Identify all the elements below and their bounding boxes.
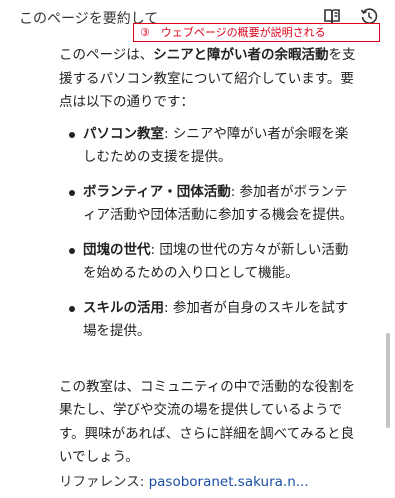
reference-link[interactable]: pasoboranet.sakura.n... (149, 474, 309, 490)
annotation-callout: ③ ウェブページの概要が説明される (133, 23, 380, 42)
bullet-term: スキルの活用 (83, 299, 164, 316)
list-item: ボランティア・団体活動: 参加者がボランティア活動や団体活動に参加する機会を提供… (59, 181, 359, 228)
bullet-term: ボランティア・団体活動 (83, 183, 231, 200)
bullet-icon (69, 305, 75, 312)
intro-prefix: このページは、 (59, 47, 154, 63)
summary-intro: このページは、シニアと障がい者の余暇活動を支援するパソコン教室について紹介してい… (59, 44, 359, 115)
summary-content: このページは、シニアと障がい者の余暇活動を支援するパソコン教室について紹介してい… (59, 44, 359, 355)
bullet-icon (69, 131, 75, 138)
bullet-term: パソコン教室 (83, 125, 164, 142)
list-item: 団塊の世代: 団塊の世代の方々が新しい活動を始めるための入り口として機能。 (59, 239, 359, 286)
bullet-term: 団塊の世代 (83, 241, 151, 258)
reference-line: リファレンス: pasoboranet.sakura.n... (59, 470, 309, 490)
list-item: スキルの活用: 参加者が自身のスキルを試す場を提供。 (59, 297, 359, 344)
bullet-icon (69, 189, 75, 196)
summary-bullet-list: パソコン教室: シニアや障がい者が余暇を楽しむための支援を提供。 ボランティア・… (59, 123, 359, 344)
summary-outro: この教室は、コミュニティの中で活動的な役割を果たし、学びや交流の場を提供している… (59, 378, 356, 466)
list-item: パソコン教室: シニアや障がい者が余暇を楽しむための支援を提供。 (59, 123, 359, 170)
intro-bold-phrase: シニアと障がい者の余暇活動 (153, 47, 329, 63)
bullet-icon (69, 247, 75, 254)
reference-label: リファレンス: (59, 474, 149, 490)
scrollbar-thumb[interactable] (386, 333, 390, 428)
